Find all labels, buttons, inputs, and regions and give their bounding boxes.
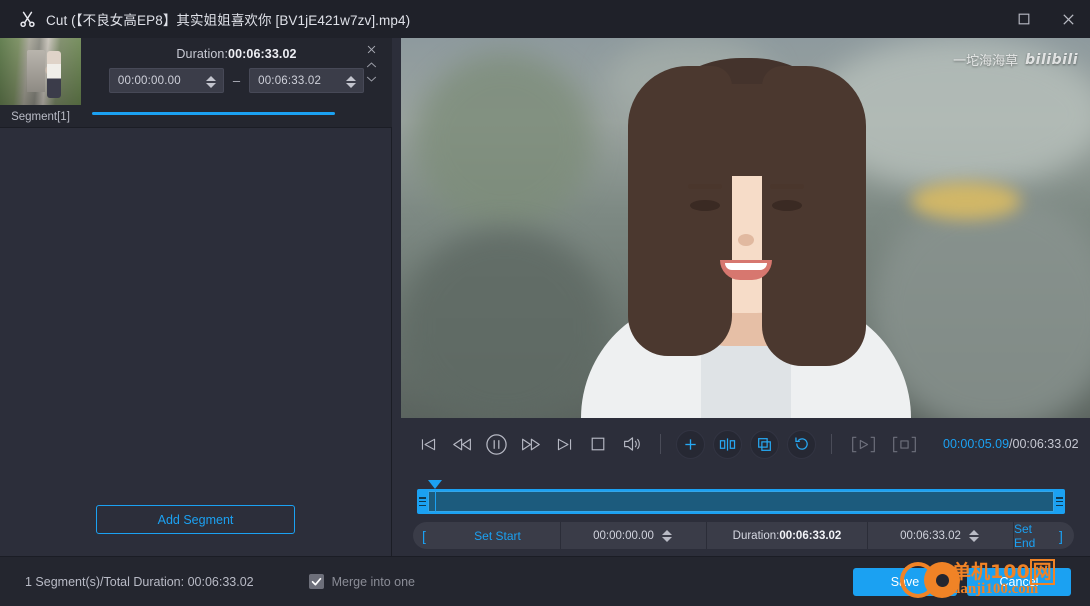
close-bracket-icon: ] [1059, 527, 1063, 544]
skip-to-start-icon[interactable] [413, 429, 443, 459]
window-title: Cut (【不良女高EP8】其实姐姐喜欢你 [BV1jE421w7zv].mp4… [46, 13, 411, 28]
trim-start-input[interactable]: 00:00:00.00 [561, 522, 706, 549]
merge-into-one-label: Merge into one [331, 574, 415, 589]
stop-preview-button[interactable] [888, 432, 921, 456]
video-watermark: 一坨海海草 bilibili [953, 50, 1078, 70]
split-segment-button[interactable] [713, 429, 742, 459]
segment-list-panel: Segment[1] Duration:00:06:33.02 00:00:00… [0, 38, 392, 556]
merge-into-one-checkbox[interactable]: Merge into one [308, 574, 415, 589]
window-controls [1002, 0, 1090, 38]
open-bracket-icon: [ [422, 527, 426, 544]
time-readout: 00:00:05.09/00:06:33.02 [943, 437, 1079, 451]
segment-start-input[interactable]: 00:00:00.00 [108, 68, 224, 93]
trim-control-bar: [ Set Start 00:00:00.00 Duration:00:06:3… [413, 522, 1074, 549]
close-button[interactable] [1046, 0, 1090, 38]
transport-bar: 00:00:05.09/00:06:33.02 [401, 424, 1090, 464]
segment-time-inputs: 00:00:00.00 – 00:06:33.02 [81, 68, 392, 93]
trim-start-stepper[interactable] [661, 527, 674, 545]
video-watermark-text: 一坨海海草 [953, 54, 1019, 69]
pause-icon[interactable] [481, 429, 511, 459]
add-segment-button[interactable]: Add Segment [96, 505, 295, 534]
cut-dialog-window: Cut (【不良女高EP8】其实姐姐喜欢你 [BV1jE421w7zv].mp4… [0, 0, 1090, 606]
playhead-marker-icon[interactable] [428, 480, 442, 489]
cancel-button[interactable]: Cancel [967, 567, 1071, 596]
trim-handle-right-icon[interactable] [1056, 497, 1063, 506]
playhead-line [435, 489, 436, 514]
chevron-down-icon[interactable] [366, 75, 377, 86]
add-segment-round-button[interactable] [676, 429, 705, 459]
add-segment-area: Add Segment [0, 494, 392, 556]
skip-to-end-icon[interactable] [549, 429, 579, 459]
video-frame-image [401, 38, 1090, 418]
timeline-scrubber[interactable] [417, 480, 1065, 514]
segment-range-separator: – [232, 73, 241, 88]
trim-duration-prefix: Duration: [732, 529, 780, 542]
title-bar: Cut (【不良女高EP8】其实姐姐喜欢你 [BV1jE421w7zv].mp4… [0, 0, 1090, 38]
segment-editor: Duration:00:06:33.02 00:00:00.00 – 00:06… [81, 38, 392, 128]
set-start-button[interactable]: Set Start [435, 522, 560, 549]
volume-icon[interactable] [617, 429, 647, 459]
copy-segment-button[interactable] [750, 429, 779, 459]
trim-end-stepper[interactable] [968, 527, 981, 545]
segment-label: Segment[1] [11, 110, 70, 123]
set-start-label: Set Start [474, 528, 521, 543]
current-time: 00:00:05.09 [943, 437, 1010, 451]
segment-duration: Duration:00:06:33.02 [81, 38, 392, 61]
segment-thumbnail[interactable] [0, 38, 81, 105]
control-divider-1 [660, 434, 661, 454]
segment-end-stepper[interactable] [346, 70, 359, 93]
trim-end-input[interactable]: 00:06:33.02 [868, 522, 1013, 549]
segment-duration-prefix: Duration: [176, 47, 229, 61]
segment-start-value: 00:00:00.00 [117, 74, 181, 87]
maximize-button[interactable] [1002, 0, 1046, 38]
segment-start-stepper[interactable] [205, 70, 219, 93]
segment-end-value: 00:06:33.02 [258, 74, 322, 87]
segment-row[interactable]: Segment[1] Duration:00:06:33.02 00:00:00… [0, 38, 392, 128]
trim-handle-left-icon[interactable] [419, 497, 426, 506]
total-time: 00:06:33.02 [1012, 437, 1079, 451]
timeline-selection[interactable] [428, 491, 1054, 512]
video-preview[interactable]: 一坨海海草 bilibili [401, 38, 1090, 418]
player-controls: 00:00:05.09/00:06:33.02 [ Set Start 00:0… [401, 418, 1090, 556]
rewind-icon[interactable] [447, 429, 477, 459]
segment-remove-icon[interactable] [366, 44, 377, 58]
scissors-icon [12, 0, 42, 38]
trim-start-value: 00:00:00.00 [593, 529, 654, 542]
set-end-button[interactable]: Set End [1014, 522, 1048, 549]
segment-progress-bar[interactable] [92, 112, 335, 115]
control-divider-2 [831, 434, 832, 454]
set-end-label: Set End [1014, 522, 1036, 549]
timeline-track[interactable] [417, 489, 1065, 514]
reset-button[interactable] [787, 429, 816, 459]
trim-duration-display: Duration:00:06:33.02 [707, 522, 867, 549]
segment-side-controls [360, 44, 382, 86]
segment-end-input[interactable]: 00:06:33.02 [249, 68, 365, 93]
segment-summary: 1 Segment(s)/Total Duration: 00:06:33.02 [25, 574, 254, 589]
segment-duration-value: 00:06:33.02 [228, 47, 297, 61]
trim-end-value: 00:06:33.02 [900, 529, 961, 542]
save-button[interactable]: Save [853, 567, 957, 596]
trim-duration-value: 00:06:33.02 [779, 529, 842, 542]
fast-forward-icon[interactable] [515, 429, 545, 459]
chevron-up-icon[interactable] [366, 61, 377, 72]
stop-icon[interactable] [583, 429, 613, 459]
checkbox-checked-icon[interactable] [308, 574, 324, 589]
bilibili-logo-icon: bilibili [1025, 51, 1078, 68]
status-bar: 1 Segment(s)/Total Duration: 00:06:33.02… [0, 556, 1090, 606]
preview-segment-button[interactable] [847, 432, 880, 456]
